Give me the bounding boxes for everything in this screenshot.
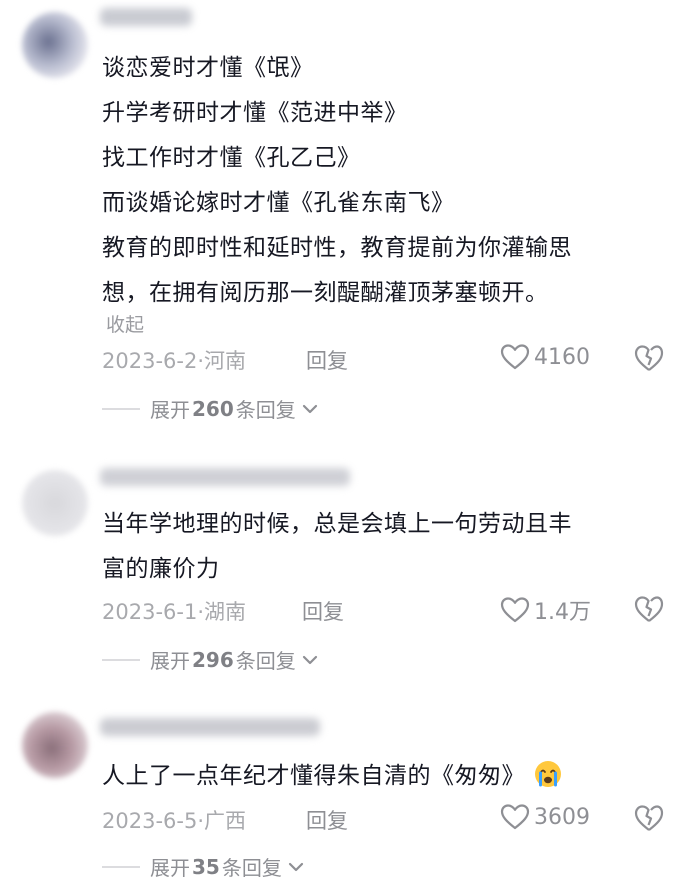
expand-replies-button[interactable]: 展开 35 条回复 [102, 852, 304, 881]
like-button[interactable]: 3609 [500, 803, 590, 831]
comment-line: 人上了一点年纪才懂得朱自清的《匆匆》 [102, 754, 662, 799]
broken-heart-icon [634, 805, 664, 831]
comment-text: 当年学地理的时候，总是会填上一句劳动且丰 富的廉价力 [102, 502, 662, 592]
like-button[interactable]: 1.4万 [500, 594, 591, 626]
comment-line: 而谈婚论嫁时才懂《孔雀东南飞》 [102, 190, 455, 216]
divider-line [102, 658, 140, 661]
dislike-button[interactable] [634, 343, 664, 378]
comment-meta: 2023-6-1·湖南 回复 1.4万 [102, 596, 672, 626]
expand-replies-button[interactable]: 展开 296 条回复 [102, 645, 318, 674]
divider-line [102, 407, 140, 410]
comment-item: 谈恋爱时才懂《氓》 升学考研时才懂《范进中举》 找工作时才懂《孔乙己》 而谈婚论… [0, 0, 690, 440]
avatar[interactable] [22, 470, 88, 536]
comment-line: 想，在拥有阅历那一刻醍醐灌顶茅塞顿开。 [102, 280, 549, 306]
username-blurred[interactable] [100, 8, 192, 26]
comment-item: 当年学地理的时候，总是会填上一句劳动且丰 富的廉价力 2023-6-1·湖南 回… [0, 440, 690, 690]
avatar[interactable] [22, 712, 88, 778]
comment-date-location: 2023-6-2·河南 [102, 349, 247, 373]
collapse-link[interactable]: 收起 [106, 310, 144, 337]
comment-date-location: 2023-6-1·湖南 [102, 600, 247, 624]
like-count: 3609 [534, 804, 590, 830]
expand-replies-button[interactable]: 展开 260 条回复 [102, 394, 318, 423]
comment-line: 找工作时才懂《孔乙己》 [102, 145, 361, 171]
comment-text: 人上了一点年纪才懂得朱自清的《匆匆》 [102, 754, 662, 799]
broken-heart-icon [634, 596, 664, 622]
comment-line: 教育的即时性和延时性，教育提前为你灌输思 [102, 235, 572, 261]
username-blurred[interactable] [100, 468, 350, 486]
comment-meta: 2023-6-5·广西 回复 3609 [102, 803, 672, 838]
chevron-down-icon [302, 404, 317, 413]
comment-meta: 2023-6-2·河南 回复 4160 [102, 343, 672, 378]
comment-list: 谈恋爱时才懂《氓》 升学考研时才懂《范进中举》 找工作时才懂《孔乙己》 而谈婚论… [0, 0, 690, 884]
comment-line: 升学考研时才懂《范进中举》 [102, 100, 408, 126]
heart-icon [500, 344, 530, 370]
avatar[interactable] [22, 12, 88, 78]
like-button[interactable]: 4160 [500, 343, 590, 371]
dislike-button[interactable] [634, 594, 664, 629]
comment-line: 谈恋爱时才懂《氓》 [102, 55, 314, 81]
like-count: 4160 [534, 344, 590, 370]
username-blurred[interactable] [100, 718, 320, 736]
like-count: 1.4万 [534, 600, 591, 625]
reply-button[interactable]: 回复 [302, 596, 344, 626]
dislike-button[interactable] [634, 803, 664, 838]
reply-button[interactable]: 回复 [306, 805, 348, 835]
heart-icon [500, 804, 530, 830]
divider-line [102, 865, 140, 868]
reply-button[interactable]: 回复 [306, 345, 348, 375]
chevron-down-icon [302, 655, 317, 664]
comment-text: 谈恋爱时才懂《氓》 升学考研时才懂《范进中举》 找工作时才懂《孔乙己》 而谈婚论… [102, 46, 662, 316]
comment-item: 人上了一点年纪才懂得朱自清的《匆匆》 2023-6-5·广西 回复 3609 展… [0, 690, 690, 884]
comment-date-location: 2023-6-5·广西 [102, 809, 247, 833]
comment-line: 富的廉价力 [102, 556, 220, 582]
heart-icon [500, 597, 530, 623]
chevron-down-icon [288, 862, 303, 871]
comment-line: 当年学地理的时候，总是会填上一句劳动且丰 [102, 511, 572, 537]
crying-face-icon [535, 761, 561, 787]
broken-heart-icon [634, 345, 664, 371]
